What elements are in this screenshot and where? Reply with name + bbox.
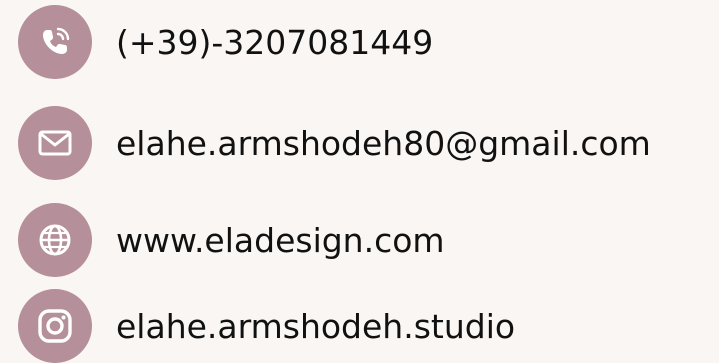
phone-icon (18, 5, 92, 79)
globe-icon (18, 203, 92, 277)
contact-phone-row[interactable]: (+39)-3207081449 (18, 5, 433, 79)
phone-number: (+39)-3207081449 (116, 22, 434, 62)
website-url: www.eladesign.com (116, 220, 445, 260)
instagram-handle: elahe.armshodeh.studio (116, 306, 516, 346)
mail-icon (18, 106, 92, 180)
instagram-icon (18, 289, 92, 363)
email-address: elahe.armshodeh80@gmail.com (116, 123, 651, 163)
contact-website-row[interactable]: www.eladesign.com (18, 203, 445, 277)
contact-email-row[interactable]: elahe.armshodeh80@gmail.com (18, 106, 651, 180)
contact-instagram-row[interactable]: elahe.armshodeh.studio (18, 289, 515, 363)
